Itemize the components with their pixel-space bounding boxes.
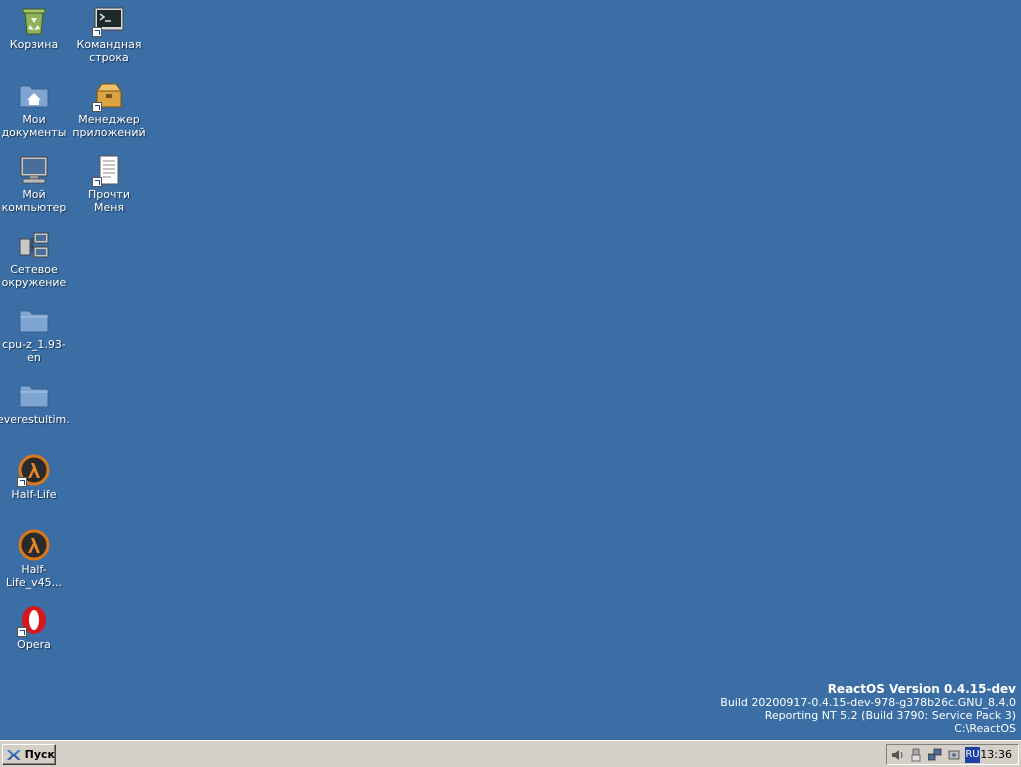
desktop-icon-label: everestultim... <box>0 413 71 426</box>
usb-icon[interactable] <box>909 747 925 763</box>
start-button-label: Пуск <box>24 748 55 761</box>
shortcut-arrow-icon <box>17 477 27 487</box>
taskbar-clock[interactable]: 13:36 <box>980 748 1012 761</box>
os-version-title: ReactOS Version 0.4.15-dev <box>827 682 1016 696</box>
network-icon[interactable] <box>927 747 943 763</box>
desktop-icon-label: Мои документы <box>1 113 67 139</box>
my-documents-icon <box>18 79 50 111</box>
command-prompt-icon <box>92 4 125 37</box>
os-build-line: Build 20200917-0.4.15-dev-978-g378b26c.G… <box>720 696 1016 709</box>
desktop-icon-recycle-bin[interactable]: Корзина <box>0 0 71 51</box>
reactos-logo-icon <box>6 749 21 760</box>
my-computer-icon <box>18 154 50 186</box>
desktop-icon-cpu-z-folder[interactable]: cpu-z_1.93-en <box>0 300 71 364</box>
desktop-icon-label: Прочти Меня <box>87 188 131 214</box>
taskbar: Пуск RU 13:36 <box>0 740 1021 767</box>
os-version-info: ReactOS Version 0.4.15-dev Build 2020091… <box>720 682 1016 736</box>
shortcut-arrow-icon <box>92 177 102 187</box>
volume-icon[interactable] <box>890 747 906 763</box>
desktop-icon-label: Half-Life_v45... <box>5 563 63 589</box>
desktop-icon-label: cpu-z_1.93-en <box>2 338 66 364</box>
network-places-icon <box>18 229 50 261</box>
start-button[interactable]: Пуск <box>2 744 56 765</box>
half-life-icon <box>18 529 50 561</box>
system-tray: RU 13:36 <box>886 744 1019 765</box>
readme-icon <box>92 154 125 187</box>
os-path-line: C:\ReactOS <box>954 722 1016 735</box>
safely-remove-icon[interactable] <box>946 747 962 763</box>
language-indicator[interactable]: RU <box>964 746 981 763</box>
opera-icon <box>17 604 50 637</box>
desktop-icon-network-places[interactable]: Сетевое окружение <box>0 225 71 289</box>
desktop-icon-label: Opera <box>17 638 51 651</box>
desktop-icon-my-documents[interactable]: Мои документы <box>0 75 71 139</box>
app-manager-icon <box>92 79 125 112</box>
shortcut-arrow-icon <box>17 627 27 637</box>
desktop-icon-label: Корзина <box>9 38 59 51</box>
shortcut-arrow-icon <box>92 27 102 37</box>
desktop-icon-readme[interactable]: Прочти Меня <box>72 150 146 214</box>
folder-icon <box>18 379 50 411</box>
desktop-icon-label: Командная строка <box>76 38 142 64</box>
desktop: Корзина Командная строка Мои документы М… <box>0 0 1021 740</box>
recycle-bin-icon <box>18 4 50 36</box>
os-reporting-line: Reporting NT 5.2 (Build 3790: Service Pa… <box>764 709 1016 722</box>
desktop-icon-opera[interactable]: Opera <box>0 600 71 651</box>
desktop-icon-half-life[interactable]: Half-Life <box>0 450 71 501</box>
desktop-icon-app-manager[interactable]: Менеджер приложений <box>72 75 146 139</box>
desktop-icon-label: Мой компьютер <box>1 188 67 214</box>
desktop-icon-label: Half-Life <box>11 488 57 501</box>
desktop-icon-everest-folder[interactable]: everestultim... <box>0 375 71 426</box>
shortcut-arrow-icon <box>92 102 102 112</box>
desktop-icon-label: Менеджер приложений <box>72 113 146 139</box>
desktop-icon-label: Сетевое окружение <box>1 263 67 289</box>
desktop-icon-my-computer[interactable]: Мой компьютер <box>0 150 71 214</box>
half-life-icon <box>17 454 50 487</box>
folder-icon <box>18 304 50 336</box>
desktop-icon-half-life-v45[interactable]: Half-Life_v45... <box>0 525 71 589</box>
desktop-icon-command-prompt[interactable]: Командная строка <box>72 0 146 64</box>
